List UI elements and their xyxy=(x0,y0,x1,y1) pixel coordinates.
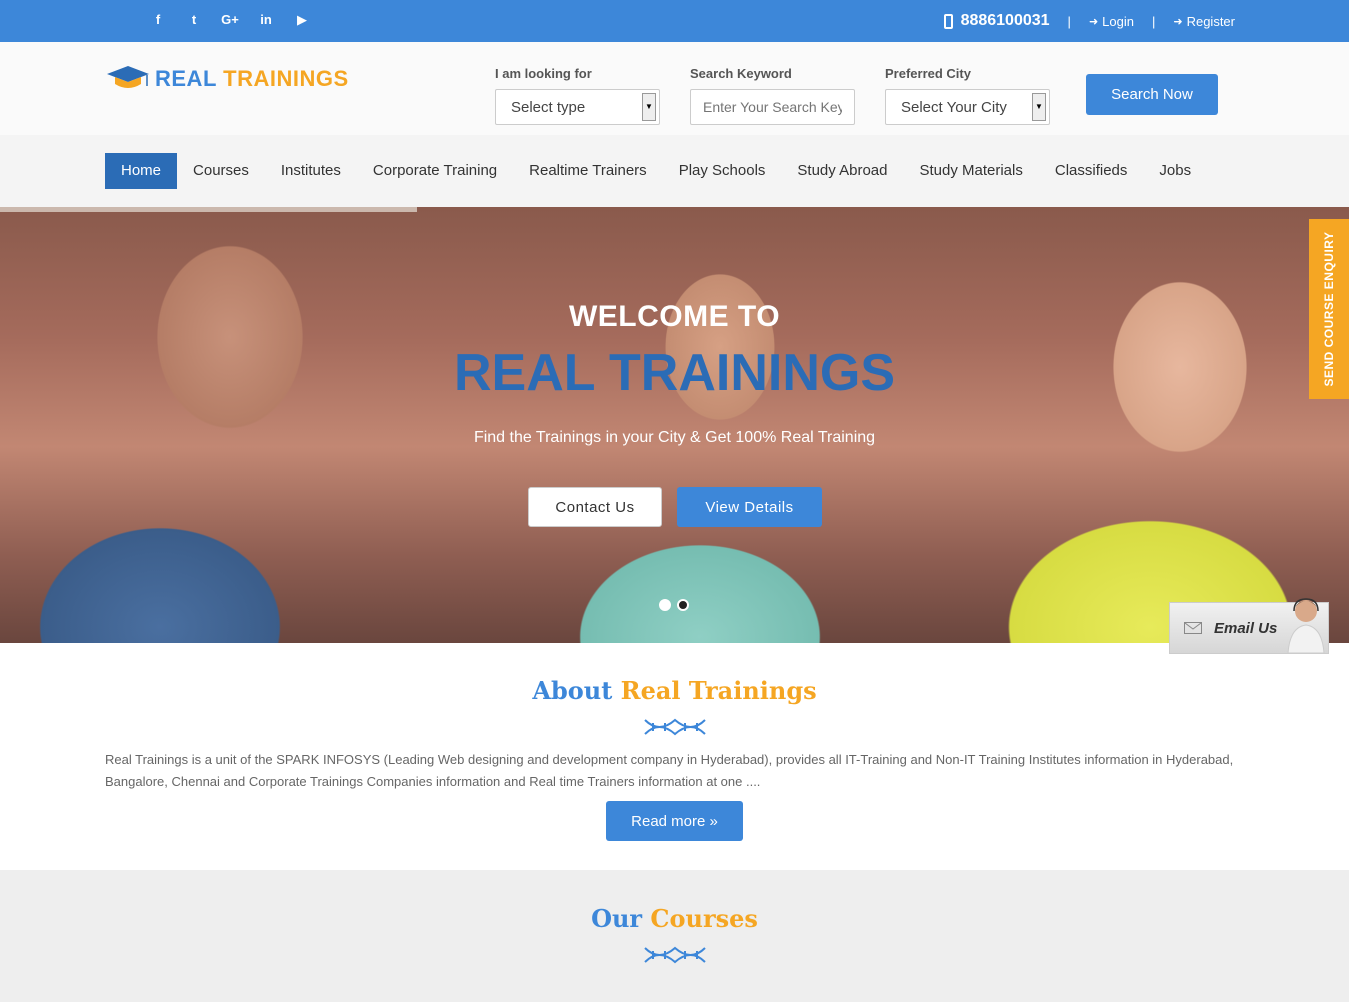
slider-dots xyxy=(659,599,689,611)
hero-welcome: WELCOME TO xyxy=(568,300,781,333)
read-more-button[interactable]: Read more » xyxy=(606,801,743,841)
keyword-label: Search Keyword xyxy=(690,66,792,81)
email-us-widget[interactable]: Email Us xyxy=(1169,598,1329,654)
dna-divider-icon xyxy=(644,946,706,964)
google-plus-icon[interactable]: G+ xyxy=(212,12,248,28)
login-label: Login xyxy=(1102,13,1134,29)
dropdown-arrow-icon: ▼ xyxy=(642,93,656,121)
hero-buttons: Contact Us View Details xyxy=(528,487,822,527)
logo-real: REAL xyxy=(155,66,217,91)
phone-number: 8886100031 xyxy=(943,12,1050,30)
nav-item-home[interactable]: Home xyxy=(105,153,178,189)
city-select[interactable]: Select Your City ▼ xyxy=(885,89,1050,125)
youtube-icon[interactable]: ▶ xyxy=(284,12,320,28)
courses-section: Our Courses xyxy=(0,870,1349,1002)
hero-title: REAL TRAININGS xyxy=(453,344,896,402)
site-logo[interactable]: REAL TRAININGS xyxy=(105,64,349,94)
view-details-button[interactable]: View Details xyxy=(677,487,822,527)
keyword-input[interactable] xyxy=(690,89,855,125)
city-field: Preferred City Select Your City ▼ xyxy=(885,66,1050,125)
about-heading-part2: Real Trainings xyxy=(620,676,817,705)
enquiry-tab-label: SEND COURSE ENQUIRY xyxy=(1322,231,1336,387)
type-select-value: Select type xyxy=(511,99,586,116)
send-course-enquiry-tab[interactable]: SEND COURSE ENQUIRY xyxy=(1309,219,1349,399)
nav-item-institutes[interactable]: Institutes xyxy=(265,153,357,189)
courses-heading: Our Courses xyxy=(0,904,1349,933)
slider-dot[interactable] xyxy=(659,599,671,611)
logo-text: REAL TRAININGS xyxy=(155,66,349,92)
twitter-icon[interactable]: t xyxy=(176,12,212,28)
phone-icon xyxy=(943,13,953,29)
nav-item-classifieds[interactable]: Classifieds xyxy=(1039,153,1144,189)
register-link[interactable]: ➜ Register xyxy=(1173,14,1235,29)
linkedin-icon[interactable]: in xyxy=(248,12,284,28)
city-label: Preferred City xyxy=(885,66,971,81)
about-heading-part1: About xyxy=(532,676,613,705)
courses-heading-part1: Our xyxy=(591,904,643,933)
main-nav: Home Courses Institutes Corporate Traini… xyxy=(0,135,1349,207)
envelope-icon xyxy=(1184,622,1202,634)
separator: | xyxy=(1151,13,1156,29)
slider-progress-bar xyxy=(0,207,417,212)
top-bar: f t G+ in ▶ 8886100031 | ➜ Login | ➜ Reg… xyxy=(0,0,1349,42)
slider-dot-active[interactable] xyxy=(677,599,689,611)
search-now-button[interactable]: Search Now xyxy=(1086,74,1218,115)
nav-item-study-materials[interactable]: Study Materials xyxy=(903,153,1038,189)
nav-item-realtime-trainers[interactable]: Realtime Trainers xyxy=(513,153,663,189)
logo-trainings: TRAININGS xyxy=(223,66,349,91)
nav-item-courses[interactable]: Courses xyxy=(177,153,265,189)
type-field: I am looking for Select type ▼ xyxy=(495,66,660,125)
phone-text: 8886100031 xyxy=(960,12,1050,29)
support-agent-avatar xyxy=(1287,598,1325,653)
social-links: f t G+ in ▶ xyxy=(140,12,320,28)
about-heading: About Real Trainings xyxy=(0,676,1349,705)
hero-slider: WELCOME TO REAL TRAININGS Find the Train… xyxy=(0,207,1349,643)
nav-item-corporate-training[interactable]: Corporate Training xyxy=(357,153,513,189)
type-select[interactable]: Select type ▼ xyxy=(495,89,660,125)
nav-item-study-abroad[interactable]: Study Abroad xyxy=(781,153,903,189)
facebook-icon[interactable]: f xyxy=(140,12,176,28)
city-select-value: Select Your City xyxy=(901,99,1007,116)
header: REAL TRAININGS I am looking for Select t… xyxy=(0,42,1349,135)
dropdown-arrow-icon: ▼ xyxy=(1032,93,1046,121)
courses-heading-part2: Courses xyxy=(650,904,758,933)
type-label: I am looking for xyxy=(495,66,592,81)
register-label: Register xyxy=(1186,13,1235,29)
contact-area: 8886100031 | ➜ Login | ➜ Register xyxy=(943,12,1235,30)
keyword-field: Search Keyword xyxy=(690,66,855,125)
hero-description: Find the Trainings in your City & Get 10… xyxy=(473,429,876,446)
nav-item-jobs[interactable]: Jobs xyxy=(1143,153,1207,189)
dna-divider-icon xyxy=(644,718,706,736)
graduation-cap-icon xyxy=(107,66,149,88)
register-icon: ➜ xyxy=(1173,15,1183,28)
separator: | xyxy=(1067,13,1071,29)
nav-item-play-schools[interactable]: Play Schools xyxy=(663,153,782,189)
login-icon: ➜ xyxy=(1088,15,1099,28)
login-link[interactable]: ➜ Login xyxy=(1089,14,1134,29)
email-us-label: Email Us xyxy=(1214,619,1278,637)
about-text: Real Trainings is a unit of the SPARK IN… xyxy=(105,752,1234,789)
contact-us-button[interactable]: Contact Us xyxy=(528,487,662,527)
